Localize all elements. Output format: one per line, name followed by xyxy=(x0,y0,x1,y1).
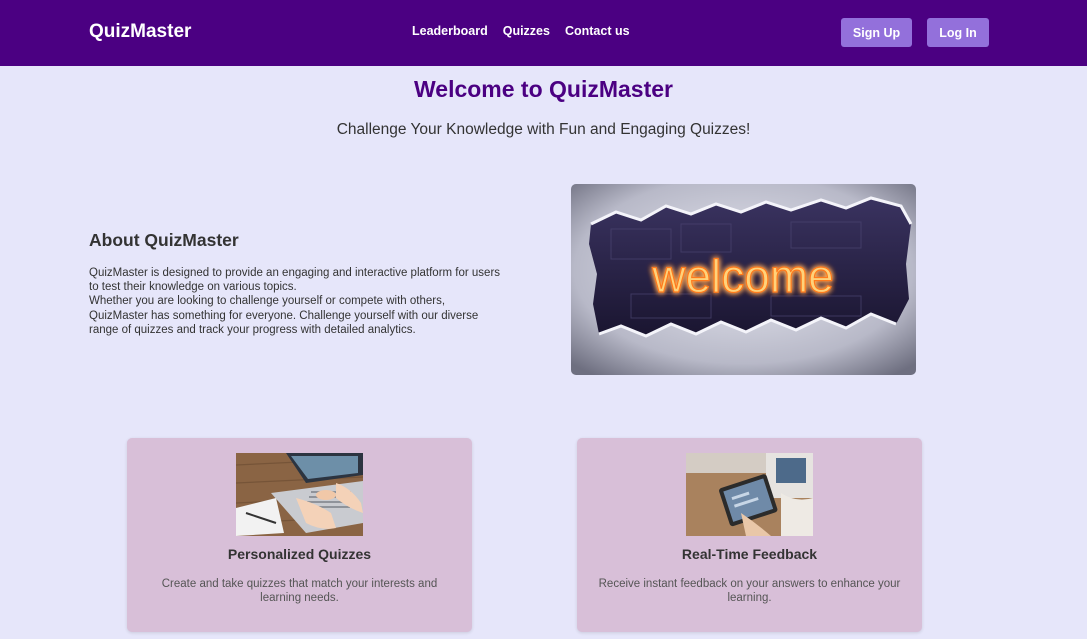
feature-description: Receive instant feedback on your answers… xyxy=(598,578,901,605)
page-subtitle: Challenge Your Knowledge with Fun and En… xyxy=(336,121,751,138)
navbar: QuizMaster Leaderboard Quizzes Contact u… xyxy=(0,0,1087,66)
welcome-illustration: welcome xyxy=(571,184,916,375)
laptop-typing-illustration xyxy=(236,453,363,536)
nav-links: Leaderboard Quizzes Contact us xyxy=(412,24,630,38)
welcome-image-text: welcome xyxy=(651,250,834,302)
about-line: QuizMaster has something for everyone. C… xyxy=(89,309,479,322)
about-line: range of quizzes and track your progress… xyxy=(89,323,416,336)
nav-link-contact[interactable]: Contact us xyxy=(565,24,630,38)
welcome-image: welcome xyxy=(571,184,916,375)
signup-button[interactable]: Sign Up xyxy=(841,18,912,47)
feature-title: Personalized Quizzes xyxy=(227,546,372,562)
nav-link-leaderboard[interactable]: Leaderboard xyxy=(412,24,488,38)
about-heading: About QuizMaster xyxy=(89,230,239,250)
tablet-feedback-illustration xyxy=(686,453,813,536)
feature-description: Create and take quizzes that match your … xyxy=(161,578,438,605)
feature-card: Real-Time Feedback Receive instant feedb… xyxy=(577,438,922,632)
feature-card: Personalized Quizzes Create and take qui… xyxy=(127,438,472,632)
laptop-image xyxy=(236,453,363,536)
tablet-image xyxy=(686,453,813,536)
about-line: Whether you are looking to challenge you… xyxy=(89,295,446,308)
about-line: QuizMaster is designed to provide an eng… xyxy=(89,267,501,279)
feature-title: Real-Time Feedback xyxy=(681,546,818,562)
about-line: to test their knowledge on various topic… xyxy=(89,281,297,294)
brand-logo[interactable]: QuizMaster xyxy=(89,21,191,43)
login-button[interactable]: Log In xyxy=(927,18,989,47)
nav-link-quizzes[interactable]: Quizzes xyxy=(503,24,550,38)
about-text: QuizMaster is designed to provide an eng… xyxy=(89,266,529,337)
page-title: Welcome to QuizMaster xyxy=(413,76,674,102)
